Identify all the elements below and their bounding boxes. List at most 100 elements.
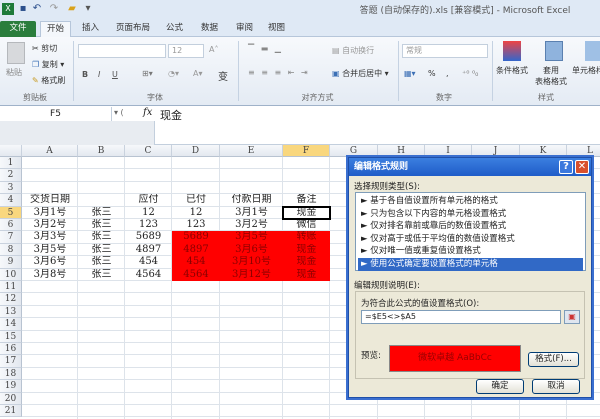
column-header-L[interactable]: L bbox=[567, 145, 600, 157]
cell-A4[interactable]: 交货日期 bbox=[22, 194, 78, 206]
cell-D1[interactable] bbox=[172, 157, 220, 169]
row-header-20[interactable]: 20 bbox=[0, 392, 22, 405]
percent-button[interactable]: % bbox=[428, 69, 436, 78]
bold-button[interactable]: B bbox=[82, 70, 88, 79]
cell-style-icon[interactable] bbox=[585, 41, 600, 61]
tab-file[interactable]: 文件 bbox=[0, 21, 36, 37]
row-header-5[interactable]: 5 bbox=[0, 206, 22, 219]
cell-F2[interactable] bbox=[283, 169, 330, 181]
vertical-align-icons[interactable]: ▔ ▬ ▁ bbox=[248, 44, 283, 53]
insert-function-button[interactable]: fx bbox=[143, 107, 152, 118]
cell-B7[interactable]: 张三 bbox=[78, 231, 125, 243]
phonetic-button[interactable]: 变 bbox=[218, 68, 228, 83]
table-format-button[interactable]: 套用 表格格式 bbox=[535, 65, 567, 87]
cell-D7[interactable]: 5689 bbox=[172, 231, 220, 244]
collapse-dialog-icon[interactable]: ▣ bbox=[564, 310, 580, 324]
cell-E10[interactable]: 3月12号 bbox=[220, 268, 283, 281]
conditional-format-icon[interactable] bbox=[503, 41, 521, 61]
cell-F8[interactable]: 现金 bbox=[283, 243, 330, 257]
cell-F7[interactable]: 转账 bbox=[283, 231, 330, 244]
horizontal-align-icons[interactable]: ≡ ≡ ≡ ⇤ ⇥ bbox=[248, 68, 310, 77]
tab-review[interactable]: 审阅 bbox=[230, 21, 259, 37]
row-header-17[interactable]: 17 bbox=[0, 355, 22, 368]
cell-B1[interactable] bbox=[78, 157, 125, 169]
open-folder-icon[interactable]: ▰ bbox=[66, 3, 78, 15]
cell-E4[interactable]: 付款日期 bbox=[220, 194, 283, 206]
cell-C1[interactable] bbox=[125, 157, 172, 169]
cell-A9[interactable]: 3月6号 bbox=[22, 256, 78, 268]
format-painter-button[interactable]: ✎ 格式刷 bbox=[32, 75, 65, 86]
cell-D8[interactable]: 4897 bbox=[172, 243, 220, 257]
cell-A7[interactable]: 3月3号 bbox=[22, 231, 78, 243]
cell-D9[interactable]: 454 bbox=[172, 256, 220, 269]
column-header-E[interactable]: E bbox=[220, 145, 283, 157]
cell-C7[interactable]: 5689 bbox=[125, 231, 172, 243]
cell-E11[interactable] bbox=[220, 281, 283, 293]
cell-F11[interactable] bbox=[283, 281, 330, 293]
column-header-J[interactable]: J bbox=[472, 145, 520, 157]
rule-type-item[interactable]: ► 仅对排名靠前或靠后的数值设置格式 bbox=[358, 220, 583, 233]
rule-type-list[interactable]: ► 基于各自值设置所有单元格的格式 ► 只为包含以下内容的单元格设置格式 ► 仅对排… bbox=[355, 192, 586, 271]
cell-A3[interactable] bbox=[22, 182, 78, 194]
rule-type-item[interactable]: ► 只为包含以下内容的单元格设置格式 bbox=[358, 208, 583, 221]
row-header-8[interactable]: 8 bbox=[0, 243, 22, 257]
merge-center-button[interactable]: ▣ 合并后居中 ▾ bbox=[332, 68, 389, 79]
rule-type-item[interactable]: ► 仅对高于或低于平均值的数值设置格式 bbox=[358, 233, 583, 246]
cell-B3[interactable] bbox=[78, 182, 125, 194]
cell-F1[interactable] bbox=[283, 157, 330, 169]
cell-C2[interactable] bbox=[125, 169, 172, 181]
row-header-18[interactable]: 18 bbox=[0, 367, 22, 381]
font-name-select[interactable] bbox=[78, 44, 166, 58]
paste-button[interactable]: 粘贴 bbox=[6, 67, 22, 78]
undo-icon[interactable]: ↶ bbox=[31, 3, 43, 15]
cell-A5[interactable]: 3月1号 bbox=[22, 207, 78, 219]
cell-B4[interactable] bbox=[78, 194, 125, 206]
close-button[interactable]: ✕ bbox=[575, 160, 589, 174]
currency-icon[interactable]: ▦▾ bbox=[404, 69, 416, 78]
column-header-H[interactable]: H bbox=[378, 145, 425, 157]
row-header-1[interactable]: 1 bbox=[0, 157, 22, 170]
cell-A11[interactable] bbox=[22, 281, 78, 293]
grow-font-button[interactable]: A˄ bbox=[209, 45, 218, 54]
row-header-21[interactable]: 21 bbox=[0, 405, 22, 418]
font-size-select[interactable]: 12 bbox=[168, 44, 204, 58]
cell-D10[interactable]: 4564 bbox=[172, 268, 220, 281]
cell-A6[interactable]: 3月2号 bbox=[22, 219, 78, 231]
rule-type-item[interactable]: ► 仅对唯一值或重复值设置格式 bbox=[358, 245, 583, 258]
name-box-dropdown-icon[interactable]: ▾ ( bbox=[114, 108, 124, 117]
row-header-19[interactable]: 19 bbox=[0, 380, 22, 393]
underline-button[interactable]: U bbox=[112, 70, 118, 79]
save-icon[interactable]: ▪ bbox=[17, 3, 29, 15]
row-header-4[interactable]: 4 bbox=[0, 194, 22, 207]
column-header-B[interactable]: B bbox=[78, 145, 125, 157]
customize-icon[interactable]: ▾ bbox=[82, 3, 94, 15]
column-header-K[interactable]: K bbox=[520, 145, 567, 157]
number-format-select[interactable]: 常规 bbox=[402, 44, 488, 58]
cell-A2[interactable] bbox=[22, 169, 78, 181]
cell-B6[interactable]: 张三 bbox=[78, 219, 125, 231]
row-header-15[interactable]: 15 bbox=[0, 330, 22, 343]
cell-A8[interactable]: 3月5号 bbox=[22, 244, 78, 256]
cell-F9[interactable]: 现金 bbox=[283, 256, 330, 269]
cell-B10[interactable]: 张三 bbox=[78, 269, 125, 281]
name-box[interactable]: F5 bbox=[0, 107, 112, 121]
cell-A1[interactable] bbox=[22, 157, 78, 169]
cell-style-button[interactable]: 单元格样式 bbox=[572, 65, 600, 76]
tab-insert[interactable]: 插入 bbox=[76, 21, 105, 37]
column-header-G[interactable]: G bbox=[330, 145, 378, 157]
cell-E8[interactable]: 3月6号 bbox=[220, 243, 283, 257]
cell-F10[interactable]: 现金 bbox=[283, 268, 330, 281]
cell-E1[interactable] bbox=[220, 157, 283, 169]
cell-B5[interactable]: 张三 bbox=[78, 207, 125, 219]
decimal-icons[interactable]: ⁺⁰ ⁰₀ bbox=[462, 69, 478, 78]
column-header-D[interactable]: D bbox=[172, 145, 220, 157]
cell-E2[interactable] bbox=[220, 169, 283, 181]
row-header-3[interactable]: 3 bbox=[0, 181, 22, 195]
table-format-icon[interactable] bbox=[545, 41, 563, 61]
tab-view[interactable]: 视图 bbox=[262, 21, 291, 37]
tab-formulas[interactable]: 公式 bbox=[160, 21, 189, 37]
column-header-I[interactable]: I bbox=[425, 145, 472, 157]
column-header-C[interactable]: C bbox=[125, 145, 172, 157]
help-button[interactable]: ? bbox=[559, 160, 573, 174]
border-icon[interactable]: ⊞▾ bbox=[142, 69, 153, 78]
